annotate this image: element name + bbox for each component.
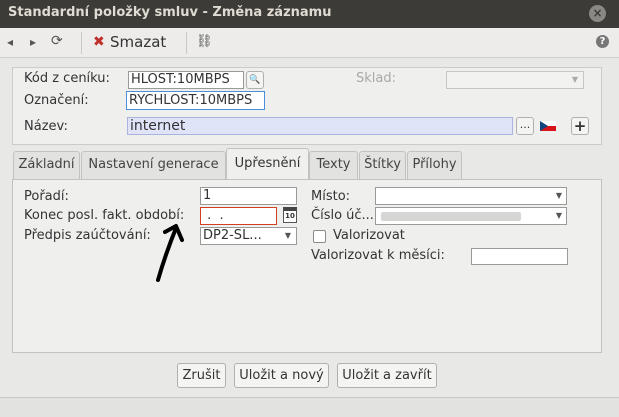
kod-label: Kód z ceníku: [24,71,110,86]
link-icon[interactable]: ⛓ [196,34,213,50]
predpis-value: DP2-SL... [203,228,262,243]
toolbar-separator [186,32,187,54]
chevron-down-icon[interactable]: ▼ [281,228,295,244]
valorizovat-k-input[interactable] [471,248,568,265]
nazev-input[interactable]: internet [127,117,513,135]
status-bar [0,397,619,417]
ellipsis-button[interactable]: ... [516,117,534,135]
calendar-icon[interactable]: 10 [283,207,297,223]
tab-nastaveni-generace[interactable]: Nastavení generace [81,151,226,179]
help-icon[interactable]: ? [596,35,609,48]
tab-prilohy[interactable]: Přílohy [407,151,462,179]
poradi-input[interactable]: 1 [200,187,297,205]
refresh-icon[interactable]: ⟳ [51,33,63,49]
chevron-down-icon: ▼ [571,75,579,84]
tab-zakladni[interactable]: Základní [13,151,80,179]
poradi-label: Pořadí: [24,189,69,204]
konec-label: Konec posl. fakt. období: [24,208,185,223]
tab-texty[interactable]: Texty [309,151,358,179]
cislo-uctu-label: Číslo úč... [311,208,374,223]
tab-panel [12,179,602,353]
back-icon[interactable]: ◂ [7,34,13,50]
annotation-arrow [156,224,184,282]
misto-label: Místo: [311,189,351,204]
chevron-down-icon[interactable]: ▼ [552,208,566,224]
chevron-down-icon[interactable]: ▼ [552,188,566,204]
close-icon[interactable]: × [589,5,606,22]
valorizovat-label: Valorizovat [333,228,405,243]
tab-upresneni[interactable]: Upřesnění [226,148,309,180]
konec-date-input[interactable]: . . [200,207,277,225]
cislo-uctu-select[interactable] [375,207,567,225]
blurred-value [381,212,521,221]
window-title: Standardní položky smluv - Změna záznamu [8,5,332,20]
kod-input[interactable]: HLOST:10MBPS [128,71,244,89]
delete-icon[interactable]: ✖ [93,34,105,50]
save-and-close-button[interactable]: Uložit a zavřít [337,363,437,388]
search-icon[interactable]: 🔍 [246,71,264,89]
sklad-label: Sklad: [356,71,396,86]
tab-stitky[interactable]: Štítky [359,151,406,179]
add-icon[interactable]: + [571,117,589,135]
delete-button[interactable]: Smazat [110,33,166,51]
cancel-button[interactable]: Zrušit [177,363,226,388]
czech-flag-icon[interactable] [540,121,556,131]
valorizovat-checkbox[interactable] [313,230,326,243]
oznaceni-label: Označení: [24,93,89,108]
valorizovat-k-label: Valorizovat k měsíci: [311,248,445,263]
save-and-new-button[interactable]: Uložit a nový [234,363,329,388]
forward-icon[interactable]: ▸ [30,34,36,50]
sklad-select [446,71,584,89]
oznaceni-input[interactable]: RYCHLOST:10MBPS [126,91,265,110]
predpis-label: Předpis zaúčtování: [24,228,151,243]
toolbar-separator [81,32,82,54]
misto-select[interactable] [375,187,567,205]
nazev-label: Název: [24,119,68,134]
